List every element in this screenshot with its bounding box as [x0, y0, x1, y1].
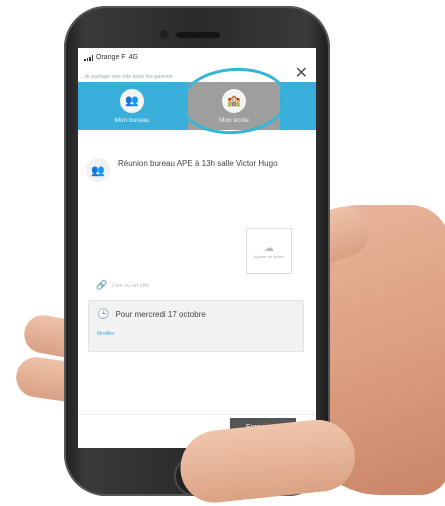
- hint-text: Je partage une info avec les parents: [84, 74, 173, 80]
- tab-mon-bureau[interactable]: 👥 Mon bureau: [86, 82, 178, 130]
- modify-link[interactable]: Modifier: [97, 331, 115, 337]
- tab-label: Mon bureau: [114, 116, 150, 124]
- attachment-label: Ajouter un fichier: [253, 254, 284, 259]
- cloud-upload-icon: ☁: [264, 243, 274, 254]
- divider: [78, 414, 316, 415]
- carrier-name: Orange F: [96, 54, 126, 61]
- network-type: 4G: [128, 54, 138, 61]
- close-icon[interactable]: ✕: [295, 66, 308, 82]
- link-placeholder: Lien ou url utile: [112, 282, 150, 289]
- link-icon: 🔗: [96, 280, 108, 290]
- status-bar: Orange F 4G: [84, 54, 138, 61]
- date-box: 🕒 Pour mercredi 17 octobre Modifier: [88, 300, 304, 352]
- message-text[interactable]: Réunion bureau APE à 13h salle Victor Hu…: [118, 158, 278, 182]
- camera-icon: [160, 30, 169, 39]
- speaker: [176, 32, 220, 38]
- signal-icon: [84, 54, 93, 61]
- date-label: Pour mercredi 17 octobre: [115, 310, 206, 319]
- clock-icon: 🕒: [97, 309, 110, 320]
- attachment-button[interactable]: ☁ Ajouter un fichier: [246, 228, 292, 274]
- link-field[interactable]: 🔗 Lien ou url utile: [96, 280, 150, 291]
- group-avatar-icon: 👥: [120, 88, 144, 113]
- message-item: 👥 Réunion bureau APE à 13h salle Victor …: [86, 158, 306, 182]
- group-avatar-icon: 👥: [86, 158, 110, 182]
